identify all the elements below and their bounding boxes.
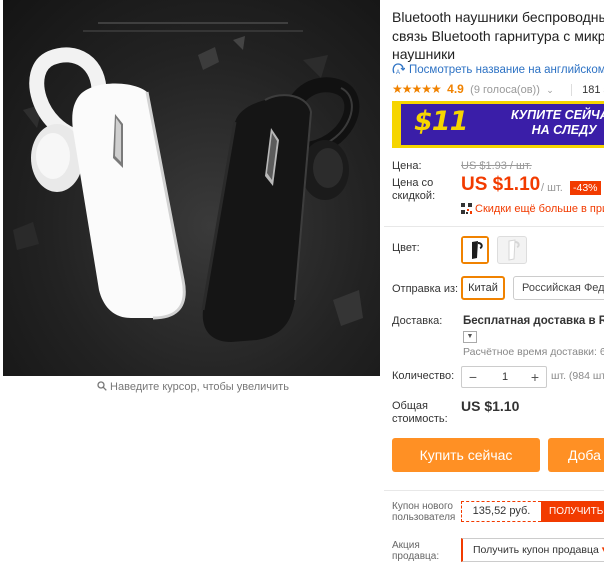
section-divider xyxy=(384,490,604,491)
delivery-label: Доставка: xyxy=(392,315,443,327)
vote-count: (9 голоса(ов)) xyxy=(470,84,540,96)
sale-price-label-line: Цена со xyxy=(392,177,434,189)
total-label-line: Общая xyxy=(392,400,428,412)
white-headset-thumb xyxy=(508,239,520,261)
product-title-line: Bluetooth наушники беспроводные н xyxy=(392,9,604,25)
black-headset-thumb xyxy=(463,238,487,262)
translate-title-text: Посмотреть название на английском xyxy=(409,64,604,76)
quantity-increase-button[interactable]: + xyxy=(524,367,546,387)
section-divider xyxy=(384,226,604,227)
coupon-label-line: Купон нового xyxy=(392,501,453,512)
ship-from-china[interactable]: Китай xyxy=(461,276,505,300)
promo-banner[interactable]: $11 КУПИТЕ СЕЙЧАС НА СЛЕДУ xyxy=(392,101,604,148)
add-to-cart-button[interactable]: Доба xyxy=(548,438,604,472)
product-main-image[interactable] xyxy=(3,0,380,376)
qr-code-icon xyxy=(461,203,472,217)
buy-now-button[interactable]: Купить сейчас xyxy=(392,438,540,472)
promo-banner-line: НА СЛЕДУ xyxy=(531,123,597,137)
total-label-line: стоимость: xyxy=(392,412,448,425)
color-swatch-black[interactable] xyxy=(461,236,489,264)
zoom-hint-text: Наведите курсор, чтобы увеличить xyxy=(110,381,289,393)
color-swatch-white[interactable] xyxy=(497,236,527,264)
quantity-stepper: − 1 + xyxy=(461,366,547,388)
available-stock: шт. (984 шт. xyxy=(551,370,604,382)
original-price-label: Цена: xyxy=(392,160,422,172)
sale-price: US $1.10 xyxy=(461,174,541,195)
price-unit: / шт. xyxy=(541,182,563,194)
get-coupon-button[interactable]: ПОЛУЧИТЬ xyxy=(541,501,604,522)
promo-banner-amount: $11 xyxy=(414,106,468,137)
ship-from-label: Отправка из: xyxy=(392,283,459,295)
app-discount-link[interactable]: Скидки ещё больше в прил xyxy=(461,203,604,217)
product-title-line: наушники xyxy=(392,46,456,62)
product-title-line: связь Bluetooth гарнитура с микрофо xyxy=(392,27,604,44)
seller-promo-label-line: Акция xyxy=(392,540,420,551)
quantity-input[interactable]: 1 xyxy=(484,367,526,387)
product-title: Bluetooth наушники беспроводные н связь … xyxy=(392,8,604,64)
quantity-label: Количество: xyxy=(392,370,455,382)
coupon-label-line: пользователя xyxy=(392,512,456,523)
ship-from-russia[interactable]: Российская Федера xyxy=(513,276,604,300)
zoom-hint: Наведите курсор, чтобы увеличить xyxy=(0,378,386,397)
headset-photo xyxy=(13,22,363,342)
svg-text:A: A xyxy=(396,70,400,75)
seller-coupon-dropdown-label: Получить купон продавца xyxy=(473,544,599,556)
promo-banner-text: КУПИТЕ СЕЙЧАС НА СЛЕДУ xyxy=(511,108,604,138)
delivery-method: Бесплатная доставка в Russi xyxy=(463,315,604,327)
seller-promo-label-line: продавца: xyxy=(392,551,440,562)
chevron-down-icon: ▼ xyxy=(600,539,604,561)
app-discount-text: Скидки ещё больше в прил xyxy=(475,203,604,215)
seller-promo-label: Акция продавца: xyxy=(392,540,439,562)
sale-price-label: Цена со скидкой: xyxy=(392,177,435,202)
total-label: Общая стоимость: xyxy=(392,400,448,425)
new-user-coupon-label: Купон нового пользователя xyxy=(392,501,455,523)
original-price: US $1.93 / шт. xyxy=(461,160,532,172)
coupon-value: 135,52 руб. xyxy=(461,501,541,522)
total-price: US $1.10 xyxy=(461,398,520,414)
rating-value: 4.9 xyxy=(447,82,464,96)
translate-title-link[interactable]: A Посмотреть название на английском xyxy=(392,63,604,78)
quantity-decrease-button[interactable]: − xyxy=(462,367,484,387)
sale-price-label-line: скидкой: xyxy=(392,189,436,202)
orders-count: 181 зака xyxy=(571,84,604,96)
rating-row[interactable]: ★★★★★ 4.9 (9 голоса(ов)) ⌄ 181 зака xyxy=(392,81,604,97)
discount-badge: -43% xyxy=(570,181,601,195)
search-icon xyxy=(97,379,107,397)
chevron-down-icon[interactable]: ▼ xyxy=(463,331,477,343)
promo-banner-line: КУПИТЕ СЕЙЧАС xyxy=(511,108,604,122)
translate-icon: A xyxy=(392,63,406,78)
color-label: Цвет: xyxy=(392,242,420,254)
chevron-down-icon: ⌄ xyxy=(546,85,554,95)
seller-coupon-dropdown[interactable]: Получить купон продавца ▼ xyxy=(461,538,604,562)
star-rating-icon: ★★★★★ xyxy=(392,82,442,96)
delivery-estimate: Расчётное время доставки: 60 xyxy=(463,346,604,358)
